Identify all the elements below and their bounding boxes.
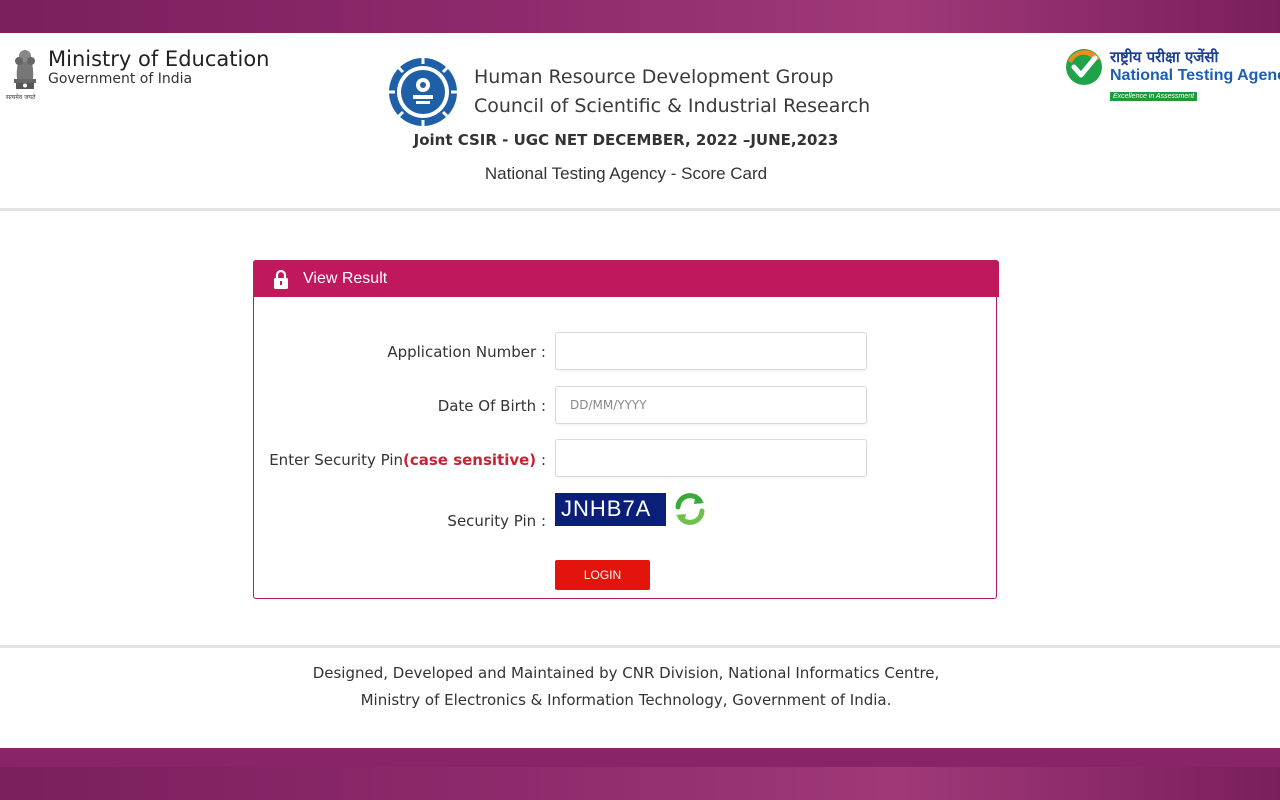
top-frame-band	[0, 0, 1280, 33]
dob-input[interactable]	[555, 386, 867, 424]
ministry-subtitle: Government of India	[48, 71, 193, 87]
security-pin-entry-label: Enter Security Pin(case sensitive) :	[269, 451, 546, 469]
score-card-page: सत्यमेव जयते Ministry of Education Gover…	[0, 33, 1280, 748]
nta-tagline: Excellence in Assessment	[1110, 92, 1198, 101]
dob-label: Date Of Birth :	[437, 397, 546, 415]
application-number-input[interactable]	[555, 332, 867, 370]
csir-branding: Human Resource Development Group Council…	[386, 55, 870, 129]
login-button[interactable]: LOGIN	[555, 560, 650, 590]
exam-title: Joint CSIR - UGC NET DECEMBER, 2022 –JUN…	[413, 131, 839, 149]
nta-check-icon	[1066, 49, 1102, 85]
security-pin-entry-colon: :	[536, 451, 546, 469]
nta-english-name: National Testing Agency	[1110, 67, 1280, 84]
application-number-label: Application Number :	[387, 343, 546, 361]
security-pin-entry-text: Enter Security Pin	[269, 451, 403, 469]
captcha-label: Security Pin :	[447, 512, 546, 530]
footer-line-2: Ministry of Electronics & Information Te…	[360, 691, 892, 709]
footer-line-1: Designed, Developed and Maintained by CN…	[312, 664, 940, 682]
exam-subtitle: National Testing Agency - Score Card	[484, 164, 768, 183]
nta-hindi-name: राष्ट्रीय परीक्षा एजेंसी	[1110, 48, 1219, 66]
bottom-frame-band	[0, 767, 1280, 800]
lock-icon	[274, 269, 288, 289]
page-header: सत्यमेव जयते Ministry of Education Gover…	[0, 33, 1280, 211]
state-emblem-icon: सत्यमेव जयते	[6, 47, 44, 105]
view-result-panel: View Result Application Number : Date Of…	[253, 260, 999, 599]
ministry-branding: सत्यमेव जयते Ministry of Education Gover…	[6, 47, 269, 105]
csir-logo-icon	[389, 58, 457, 126]
panel-title: View Result	[303, 269, 388, 287]
csir-group-name: Human Resource Development Group	[474, 66, 834, 88]
csir-council-name: Council of Scientific & Industrial Resea…	[474, 95, 871, 117]
captcha-image: JNHB7A	[555, 493, 666, 526]
nta-branding: राष्ट्रीय परीक्षा एजेंसी National Testin…	[1064, 47, 1280, 103]
security-pin-input[interactable]	[555, 439, 867, 477]
case-sensitive-note: (case sensitive)	[403, 451, 537, 469]
ministry-title: Ministry of Education	[48, 47, 270, 71]
panel-header: View Result	[253, 260, 999, 297]
emblem-caption: सत्यमेव जयते	[6, 94, 36, 101]
refresh-icon[interactable]	[672, 491, 708, 527]
page-footer: Designed, Developed and Maintained by CN…	[0, 645, 1280, 748]
